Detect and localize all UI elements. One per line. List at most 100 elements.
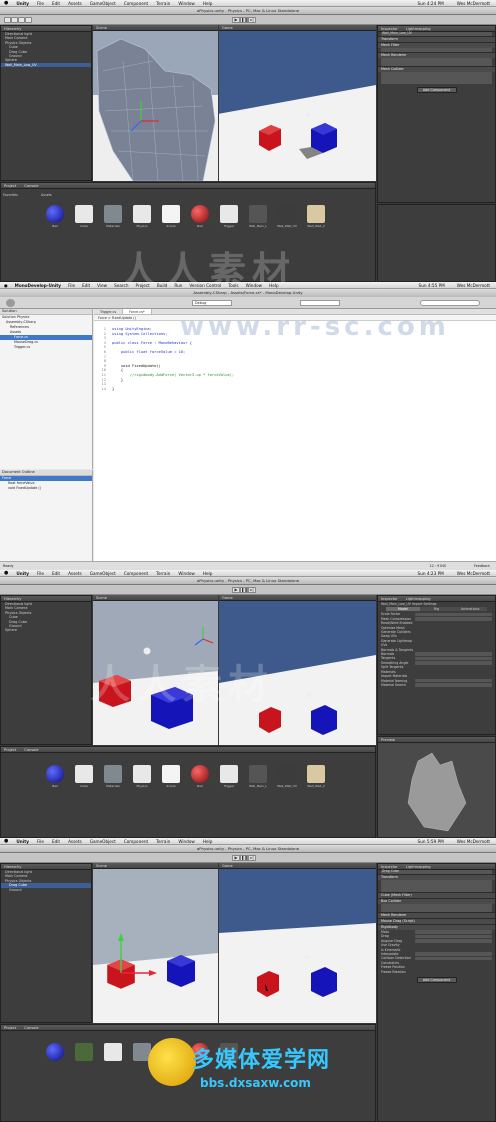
username[interactable]: Wes McDermott	[457, 571, 490, 576]
assets-breadcrumb[interactable]: Assets	[41, 193, 52, 197]
menu-app[interactable]: Unity	[16, 1, 29, 6]
rigidbody-field[interactable]	[415, 930, 492, 934]
menu-gameobject[interactable]: GameObject	[90, 839, 116, 844]
menu-app[interactable]: MonoDevelop-Unity	[15, 283, 61, 288]
asset-item[interactable]: Trigger	[219, 765, 239, 788]
asset-item[interactable]: Materials	[103, 205, 123, 228]
menu-window[interactable]: Window	[178, 1, 195, 6]
asset-item[interactable]: Wall_Wall_UV	[277, 205, 297, 228]
menu-window[interactable]: Window	[178, 839, 195, 844]
hierarchy-item-selected[interactable]: Wall_Main_Low_UV	[1, 62, 91, 68]
move-tool-button[interactable]	[11, 17, 18, 23]
rigidbody-field[interactable]	[415, 952, 492, 956]
lightmapping-tab[interactable]: Lightmapping	[406, 596, 431, 601]
pause-button[interactable]: ❚❚	[240, 587, 248, 593]
hierarchy-item[interactable]: Ground	[1, 888, 91, 892]
asset-item[interactable]: Trigger	[219, 205, 239, 228]
menu-item[interactable]: Search	[114, 283, 128, 288]
menu-window[interactable]: Window	[178, 571, 195, 576]
menu-file[interactable]: File	[37, 571, 44, 576]
asset-item[interactable]: Wall_Wall_UV	[277, 765, 297, 788]
target-select[interactable]	[300, 300, 340, 306]
run-button[interactable]	[6, 299, 15, 307]
asset-item[interactable]: Cube	[74, 765, 94, 788]
menu-item[interactable]: Version Control	[189, 283, 221, 288]
asset-item[interactable]: Red	[190, 765, 210, 788]
asset-item[interactable]: Scene	[161, 765, 181, 788]
scale-tool-button[interactable]	[25, 17, 32, 23]
menu-item[interactable]: File	[68, 283, 75, 288]
console-tab[interactable]: Console	[24, 183, 38, 188]
scene-view[interactable]: Scene	[93, 25, 218, 181]
import-field[interactable]	[415, 683, 492, 687]
game-view[interactable]: Game	[219, 595, 376, 745]
menu-component[interactable]: Component	[124, 571, 148, 576]
menu-item[interactable]: Build	[157, 283, 168, 288]
menu-file[interactable]: File	[37, 839, 44, 844]
asset-item[interactable]: Wall_Main_L	[248, 205, 268, 228]
asset-item[interactable]: Ball	[45, 205, 65, 228]
menu-gameobject[interactable]: GameObject	[90, 1, 116, 6]
feedback-link[interactable]: Feedback	[474, 562, 490, 570]
menu-component[interactable]: Component	[124, 839, 148, 844]
asset-item[interactable]	[45, 1043, 65, 1061]
asset-item[interactable]	[103, 1043, 123, 1061]
menu-edit[interactable]: Edit	[52, 839, 60, 844]
menu-help[interactable]: Help	[203, 839, 213, 844]
asset-item[interactable]: Wall_Wall_2	[306, 765, 326, 788]
editor-pathbar[interactable]: Force > FixedUpdate ()	[94, 315, 496, 321]
apple-icon[interactable]: ●	[4, 570, 8, 576]
menu-item[interactable]: Window	[246, 283, 263, 288]
console-tab[interactable]: Console	[24, 1025, 38, 1030]
menu-terrain[interactable]: Terrain	[156, 1, 170, 6]
import-field[interactable]	[415, 678, 492, 683]
editor-tab-active[interactable]: Force.cs*	[123, 309, 152, 314]
console-tab[interactable]: Console	[24, 747, 38, 752]
import-field[interactable]	[415, 617, 492, 621]
add-component-button[interactable]: Add Component	[416, 976, 457, 983]
tree-item[interactable]: Trigger.cs	[0, 345, 92, 350]
game-view[interactable]: Game	[219, 25, 376, 181]
step-button[interactable]: ▸|	[248, 587, 256, 593]
username[interactable]: Wes McDermott	[457, 283, 490, 288]
menu-assets[interactable]: Assets	[68, 839, 82, 844]
pause-button[interactable]: ❚❚	[240, 855, 248, 861]
scene-view[interactable]: Scene	[93, 863, 218, 1023]
menu-edit[interactable]: Edit	[52, 1, 60, 6]
rigidbody-field[interactable]	[415, 956, 492, 961]
lightmapping-tab[interactable]: Lightmapping	[406, 26, 431, 31]
hierarchy-item[interactable]: Sphere	[1, 628, 91, 632]
asset-item[interactable]: Physics	[132, 765, 152, 788]
menu-item[interactable]: View	[97, 283, 107, 288]
import-field[interactable]	[415, 652, 492, 657]
lightmapping-tab[interactable]: Lightmapping	[406, 864, 431, 869]
asset-item[interactable]: Ball	[45, 765, 65, 788]
menu-terrain[interactable]: Terrain	[156, 839, 170, 844]
menu-item[interactable]: Project	[136, 283, 150, 288]
scene-view[interactable]: Scene	[93, 595, 218, 745]
wall-mesh-preview[interactable]	[378, 743, 496, 838]
menu-item[interactable]: Tools	[228, 283, 238, 288]
inspector-tab[interactable]: Inspector	[381, 864, 398, 869]
asset-item[interactable]: Physics	[132, 205, 152, 228]
search-input[interactable]	[420, 300, 480, 306]
play-button[interactable]: ▶	[232, 855, 240, 861]
inspector-tab[interactable]: Inspector	[381, 596, 398, 601]
rotate-tool-button[interactable]	[18, 17, 25, 23]
inspector-tab[interactable]: Inspector	[381, 26, 398, 31]
play-button[interactable]: ▶	[232, 587, 240, 593]
inspector-field[interactable]	[381, 48, 492, 52]
play-button[interactable]: ▶	[232, 17, 240, 23]
import-field[interactable]	[415, 656, 492, 661]
import-tab-animations[interactable]: Animations	[453, 607, 488, 612]
menu-edit[interactable]: Edit	[52, 571, 60, 576]
menu-app[interactable]: Unity	[16, 839, 29, 844]
favorites-label[interactable]: Favorites	[3, 193, 18, 197]
inspector-field[interactable]	[381, 80, 492, 84]
hand-tool-button[interactable]	[4, 17, 11, 23]
asset-item[interactable]	[74, 1043, 94, 1061]
asset-item[interactable]: Cube	[74, 205, 94, 228]
menu-app[interactable]: Unity	[16, 571, 29, 576]
object-name-field[interactable]: Wall_Main_Low_UV	[381, 32, 492, 36]
import-field[interactable]	[415, 612, 492, 617]
